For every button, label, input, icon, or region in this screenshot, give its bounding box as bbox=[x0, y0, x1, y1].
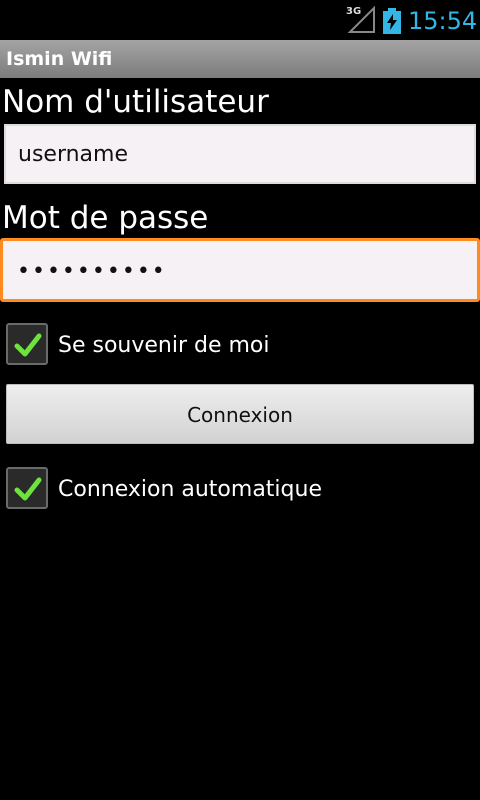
remember-me-label: Se souvenir de moi bbox=[58, 333, 270, 358]
password-input[interactable]: •••••••••• bbox=[0, 238, 480, 302]
app-title: Ismin Wifi bbox=[6, 48, 113, 70]
username-value: username bbox=[18, 142, 128, 167]
check-icon bbox=[14, 477, 42, 501]
auto-connect-row[interactable]: Connexion automatique bbox=[6, 467, 466, 513]
username-input[interactable]: username bbox=[4, 124, 476, 184]
connect-button[interactable]: Connexion bbox=[6, 384, 474, 444]
auto-connect-label: Connexion automatique bbox=[58, 477, 322, 502]
check-icon bbox=[14, 333, 42, 357]
status-bar: 3G 15:54 bbox=[0, 0, 480, 40]
remember-me-checkbox[interactable] bbox=[6, 323, 48, 365]
remember-me-row[interactable]: Se souvenir de moi bbox=[6, 323, 466, 369]
clock: 15:54 bbox=[408, 7, 478, 35]
auto-connect-checkbox[interactable] bbox=[6, 467, 48, 509]
battery-charging-icon bbox=[383, 8, 401, 34]
password-value: •••••••••• bbox=[17, 259, 167, 284]
username-label: Nom d'utilisateur bbox=[2, 84, 269, 120]
title-bar: Ismin Wifi bbox=[0, 40, 480, 78]
connect-button-label: Connexion bbox=[187, 403, 293, 427]
password-label: Mot de passe bbox=[2, 200, 209, 236]
network-type-label: 3G bbox=[346, 6, 362, 17]
